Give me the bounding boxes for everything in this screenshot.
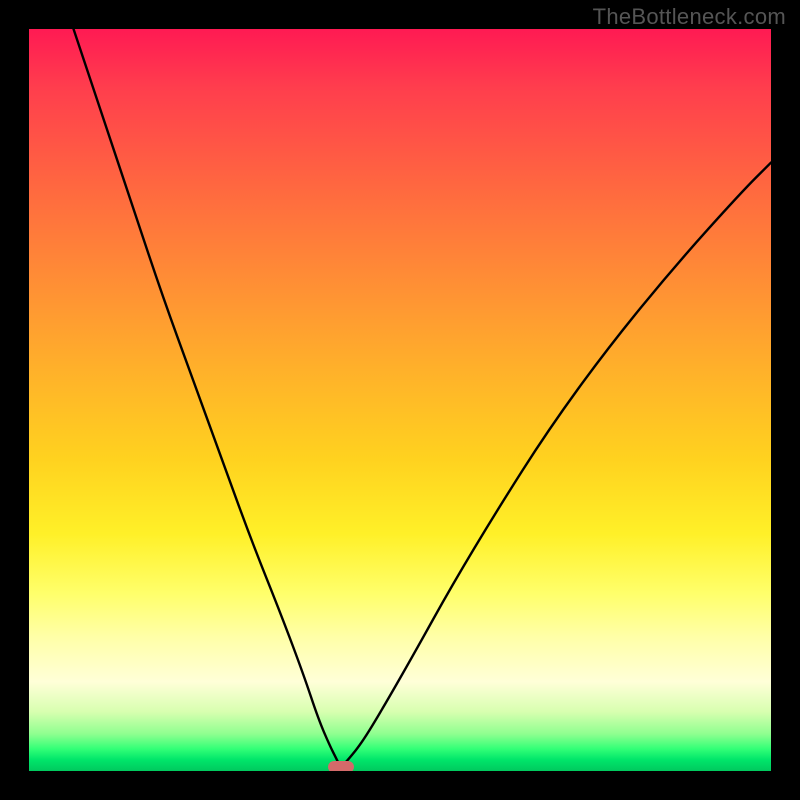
plot-area	[29, 29, 771, 771]
watermark-text: TheBottleneck.com	[593, 4, 786, 30]
chart-frame: TheBottleneck.com	[0, 0, 800, 800]
minimum-marker	[328, 761, 354, 771]
bottleneck-curve	[29, 29, 771, 771]
